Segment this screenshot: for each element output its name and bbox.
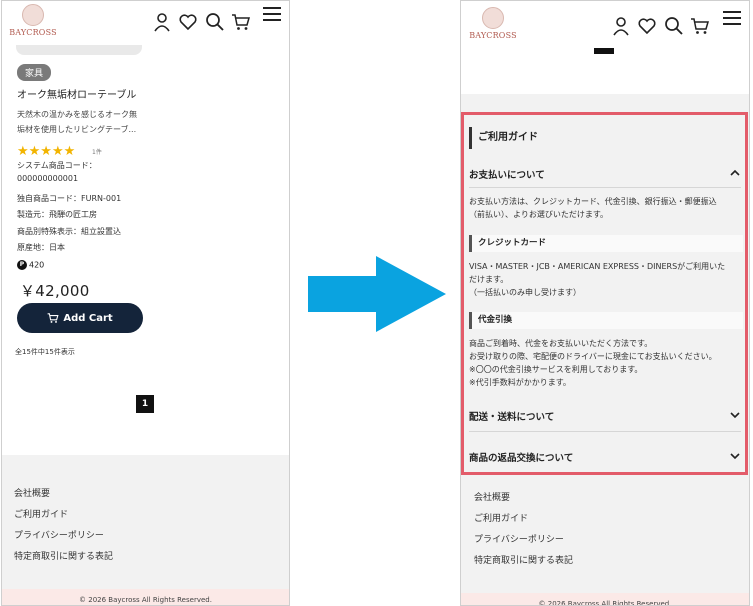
heart-icon[interactable] [178,12,198,32]
footer-link-privacy[interactable]: プライバシーポリシー [14,528,104,541]
user-icon[interactable] [611,16,631,36]
point-icon: P [17,260,27,270]
text-line: （前払い）、よりお選びいただけます。 [469,210,609,219]
heart-icon[interactable] [637,16,657,36]
text-line: だけます。 [469,275,509,284]
cod-heading: 代金引換 [469,312,743,329]
text-line: お支払い方法は、クレジットカード、代金引換、銀行振込・郵便振込 [469,197,717,206]
cart-icon [47,313,59,323]
own-product-code: 独自商品コード：FURN-001 [17,194,122,203]
text-line: お受け取りの際、宅配便のドライバーに現金にてお支払いください。 [469,352,717,361]
point-info: P 420 [17,260,44,270]
origin: 原産地：日本 [17,243,65,252]
product-name[interactable]: オーク無垢材ローテーブル [17,86,136,101]
accordion-returns-label: 商品の返品交換について [469,453,574,464]
footer-link-company[interactable]: 会社概要 [474,490,510,503]
footer-link-company[interactable]: 会社概要 [14,486,50,499]
payment-intro: お支払い方法は、クレジットカード、代金引換、銀行振込・郵便振込 （前払い）、より… [469,195,743,221]
logo-mark [22,4,44,26]
system-code-value: 000000000001 [17,174,79,183]
result-count: 全15件中15件表示 [15,348,75,356]
accordion-payment-label: お支払いについて [469,170,545,181]
credit-card-heading: クレジットカード [469,235,743,252]
category-tag: 家具 [17,64,52,81]
user-icon[interactable] [152,12,172,32]
chevron-down-icon [730,453,740,460]
text-line: ※〇〇の代金引換サービスを利用しております。 [469,365,643,374]
chevron-up-icon [730,169,740,176]
accordion-shipping[interactable]: 配送・送料について [469,409,741,423]
point-value: 420 [29,260,45,270]
site-footer: 会社概要 ご利用ガイド プライバシーポリシー 特定商取引に関する表記 © 202… [2,455,289,605]
page-number-current[interactable]: 1 [136,395,154,413]
footer-link-tokusho[interactable]: 特定商取引に関する表記 [14,549,113,562]
description-line: 垢材を使用したリビングテーブ... [17,125,137,134]
system-code-label: システム商品コード： [17,161,97,170]
right-screen: BAYCROSS ご利用ガイド お支払いについて お支払い方法は、クレジットカー… [460,0,750,606]
copyright: © 2026 Baycross All Rights Reserved. [461,593,749,605]
footer-link-tokusho[interactable]: 特定商取引に関する表記 [474,553,573,566]
text-line: （一括払いのみ申し受けます） [469,288,581,297]
add-cart-button[interactable]: Add Cart [17,303,143,333]
footer-link-guide[interactable]: ご利用ガイド [14,507,68,520]
text-line: 商品ご到着時、代金をお支払いいただく方法です。 [469,339,653,348]
search-icon[interactable] [205,12,225,32]
rating-count: 1件 [92,149,102,156]
footer-link-privacy[interactable]: プライバシーポリシー [474,532,564,545]
cod-text: 商品ご到着時、代金をお支払いいただく方法です。 お受け取りの際、宅配便のドライバ… [469,337,743,389]
accordion-payment[interactable]: お支払いについて [469,167,741,181]
guide-title: ご利用ガイド [469,127,538,149]
special-display: 商品別特殊表示：組立設置込 [17,227,121,236]
search-icon[interactable] [664,16,684,36]
brand-logo[interactable]: BAYCROSS [467,7,519,45]
divider [469,187,741,188]
logo-text: BAYCROSS [9,28,57,37]
description-line: 天然木の温かみを感じるオーク無 [17,110,137,119]
footer-link-guide[interactable]: ご利用ガイド [474,511,528,524]
text-line: VISA・MASTER・JCB・AMERICAN EXPRESS・DINERSが… [469,262,726,271]
text-line: ※代引手数料がかかります。 [469,378,571,387]
hamburger-menu-icon[interactable] [723,11,741,25]
arrow-right-icon [308,256,446,332]
product-price: ￥42,000 [20,282,90,300]
brand-logo[interactable]: BAYCROSS [7,4,59,42]
product-image-bottom [16,45,142,55]
page-marker [594,48,614,54]
rating-stars: ★★★★★ [17,144,76,159]
cart-icon[interactable] [231,12,251,32]
credit-card-text: VISA・MASTER・JCB・AMERICAN EXPRESS・DINERSが… [469,260,743,299]
hamburger-menu-icon[interactable] [263,7,281,21]
manufacturer: 製造元：飛騨の匠工房 [17,210,97,219]
logo-text: BAYCROSS [469,31,517,40]
left-screen: BAYCROSS 家具 オーク無垢材ローテーブル 天然木の温かみを感じるオーク無… [1,0,290,606]
chevron-down-icon [730,412,740,419]
add-cart-label: Add Cart [63,312,113,324]
copyright: © 2026 Baycross All Rights Reserved. [2,589,289,605]
cart-icon[interactable] [690,16,710,36]
accordion-returns[interactable]: 商品の返品交換について [469,450,741,464]
logo-mark [482,7,504,29]
accordion-shipping-label: 配送・送料について [469,412,555,423]
divider [469,431,741,432]
usage-guide-highlight: ご利用ガイド お支払いについて お支払い方法は、クレジットカード、代金引換、銀行… [461,112,748,475]
site-header: BAYCROSS [2,1,289,45]
site-header: BAYCROSS [461,1,749,45]
product-description: 天然木の温かみを感じるオーク無 垢材を使用したリビングテーブ... [17,107,147,137]
